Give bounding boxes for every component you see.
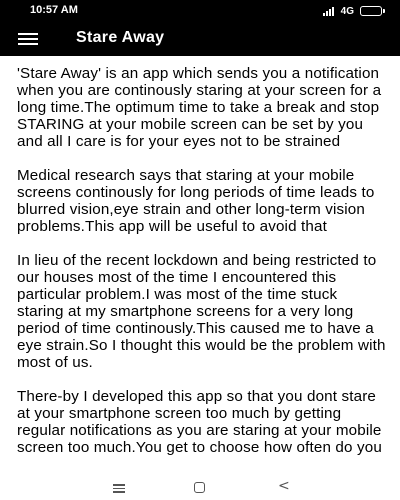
battery-icon — [360, 6, 385, 16]
status-icons: 4G — [322, 4, 385, 18]
recent-apps-icon[interactable] — [113, 483, 125, 493]
paragraph-lockdown: In lieu of the recent lockdown and being… — [17, 252, 386, 371]
home-icon[interactable] — [194, 482, 205, 493]
screen: 10:57 AM 4G Stare Away 'Stare Away' is a… — [0, 0, 400, 500]
paragraph-medical-research: Medical research says that staring at yo… — [17, 167, 375, 235]
hamburger-menu-icon[interactable] — [18, 30, 42, 48]
app-title: Stare Away — [76, 29, 165, 46]
status-bar: 10:57 AM 4G — [0, 0, 400, 22]
paragraph-intro: 'Stare Away' is an app which sends you a… — [17, 65, 382, 150]
status-time: 10:57 AM — [30, 4, 78, 16]
network-label: 4G — [340, 5, 354, 17]
content-scroll-area[interactable]: 'Stare Away' is an app which sends you a… — [0, 56, 400, 476]
paragraph-developed: There-by I developed this app so that yo… — [17, 388, 382, 456]
app-bar: Stare Away — [0, 22, 400, 56]
signal-icon — [322, 6, 335, 16]
navigation-bar: < — [0, 476, 400, 500]
back-icon[interactable]: < — [278, 478, 290, 494]
